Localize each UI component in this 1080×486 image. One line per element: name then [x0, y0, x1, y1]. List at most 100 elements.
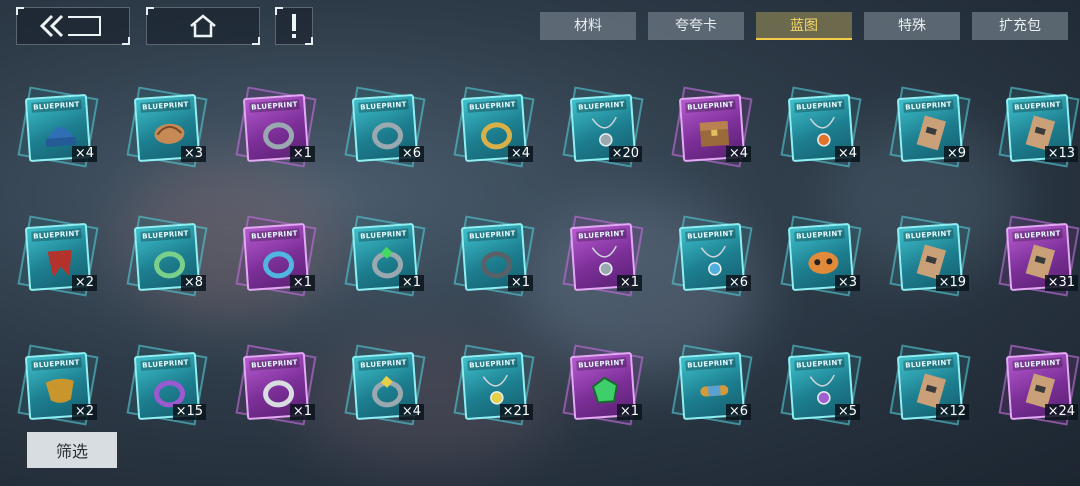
blueprint-label: BLUEPRINT	[358, 357, 409, 371]
blueprint-card[interactable]: BLUEPRINT ×6	[671, 215, 753, 297]
blueprint-card[interactable]: BLUEPRINT ×2	[17, 344, 99, 426]
blueprint-label: BLUEPRINT	[140, 357, 191, 371]
exclamation-icon	[292, 14, 296, 38]
blueprint-label: BLUEPRINT	[358, 228, 409, 242]
blueprint-card[interactable]: BLUEPRINT ×12	[889, 344, 971, 426]
tab-3[interactable]: 特殊	[864, 12, 960, 40]
blueprint-label: BLUEPRINT	[249, 357, 300, 371]
blueprint-label: BLUEPRINT	[1012, 228, 1063, 242]
blueprint-label: BLUEPRINT	[140, 99, 191, 113]
blueprint-label: BLUEPRINT	[903, 357, 954, 371]
tab-0[interactable]: 材料	[540, 12, 636, 40]
blueprint-card[interactable]: BLUEPRINT ×4	[453, 86, 535, 168]
blueprint-card[interactable]: BLUEPRINT ×4	[780, 86, 862, 168]
blueprint-card[interactable]: BLUEPRINT ×19	[889, 215, 971, 297]
blueprint-label: BLUEPRINT	[685, 228, 736, 242]
blueprint-card[interactable]: BLUEPRINT ×4	[344, 344, 426, 426]
blueprint-card[interactable]: BLUEPRINT ×1	[235, 86, 317, 168]
blueprint-label: BLUEPRINT	[31, 357, 82, 371]
blueprint-card[interactable]: BLUEPRINT ×24	[998, 344, 1080, 426]
tab-label: 夸夸卡	[675, 18, 717, 34]
quantity-badge: ×3	[834, 275, 860, 291]
quantity-badge: ×31	[1044, 275, 1078, 291]
quantity-badge: ×19	[935, 275, 969, 291]
blueprint-card[interactable]: BLUEPRINT ×1	[235, 215, 317, 297]
blueprint-card[interactable]: BLUEPRINT ×1	[235, 344, 317, 426]
quantity-badge: ×1	[616, 275, 642, 291]
quantity-badge: ×12	[935, 404, 969, 420]
quantity-badge: ×2	[71, 404, 97, 420]
quantity-badge: ×4	[398, 404, 424, 420]
blueprint-card[interactable]: BLUEPRINT ×31	[998, 215, 1080, 297]
blueprint-label: BLUEPRINT	[576, 228, 627, 242]
blueprint-card[interactable]: BLUEPRINT ×6	[671, 344, 753, 426]
blueprint-label: BLUEPRINT	[685, 99, 736, 113]
quantity-badge: ×3	[180, 146, 206, 162]
tab-label: 材料	[574, 18, 602, 34]
blueprint-label: BLUEPRINT	[31, 228, 82, 242]
blueprint-label: BLUEPRINT	[903, 99, 954, 113]
blueprint-label: BLUEPRINT	[794, 357, 845, 371]
quantity-badge: ×13	[1044, 146, 1078, 162]
quantity-badge: ×24	[1044, 404, 1078, 420]
blueprint-card[interactable]: BLUEPRINT ×4	[671, 86, 753, 168]
blueprint-card[interactable]: BLUEPRINT ×20	[562, 86, 644, 168]
blueprint-card[interactable]: BLUEPRINT ×1	[344, 215, 426, 297]
blueprint-label: BLUEPRINT	[794, 99, 845, 113]
blueprint-card[interactable]: BLUEPRINT ×8	[126, 215, 208, 297]
tab-label: 蓝图	[790, 18, 818, 34]
blueprint-card[interactable]: BLUEPRINT ×6	[344, 86, 426, 168]
home-icon	[190, 14, 216, 38]
tab-2[interactable]: 蓝图	[756, 12, 852, 40]
info-button[interactable]	[275, 7, 313, 45]
tab-label: 扩充包	[999, 18, 1041, 34]
tab-4[interactable]: 扩充包	[972, 12, 1068, 40]
quantity-badge: ×6	[398, 146, 424, 162]
quantity-badge: ×8	[180, 275, 206, 291]
blueprint-card[interactable]: BLUEPRINT ×15	[126, 344, 208, 426]
blueprint-label: BLUEPRINT	[1012, 99, 1063, 113]
filter-button[interactable]: 筛选	[24, 432, 120, 468]
home-button[interactable]	[146, 7, 260, 45]
blueprint-card[interactable]: BLUEPRINT ×9	[889, 86, 971, 168]
quantity-badge: ×1	[289, 404, 315, 420]
blueprint-card[interactable]: BLUEPRINT ×1	[453, 215, 535, 297]
quantity-badge: ×1	[289, 146, 315, 162]
blueprint-grid: BLUEPRINT ×4 BLUEPRINT ×3 BLUEPRINT ×1 BLUEPRI…	[17, 86, 1080, 426]
quantity-badge: ×21	[499, 404, 533, 420]
back-button[interactable]	[16, 7, 130, 45]
quantity-badge: ×1	[289, 275, 315, 291]
quantity-badge: ×1	[507, 275, 533, 291]
quantity-badge: ×4	[507, 146, 533, 162]
blueprint-label: BLUEPRINT	[467, 357, 518, 371]
blueprint-label: BLUEPRINT	[467, 228, 518, 242]
blueprint-card[interactable]: BLUEPRINT ×3	[780, 215, 862, 297]
blueprint-card[interactable]: BLUEPRINT ×1	[562, 344, 644, 426]
quantity-badge: ×1	[616, 404, 642, 420]
blueprint-card[interactable]: BLUEPRINT ×13	[998, 86, 1080, 168]
quantity-badge: ×15	[172, 404, 206, 420]
blueprint-card[interactable]: BLUEPRINT ×5	[780, 344, 862, 426]
quantity-badge: ×5	[834, 404, 860, 420]
blueprint-label: BLUEPRINT	[140, 228, 191, 242]
blueprint-card[interactable]: BLUEPRINT ×2	[17, 215, 99, 297]
blueprint-card[interactable]: BLUEPRINT ×1	[562, 215, 644, 297]
blueprint-label: BLUEPRINT	[249, 99, 300, 113]
blueprint-label: BLUEPRINT	[1012, 357, 1063, 371]
quantity-badge: ×6	[725, 275, 751, 291]
quantity-badge: ×4	[71, 146, 97, 162]
quantity-badge: ×6	[725, 404, 751, 420]
blueprint-label: BLUEPRINT	[685, 357, 736, 371]
blueprint-label: BLUEPRINT	[31, 99, 82, 113]
tab-label: 特殊	[898, 18, 926, 34]
filter-label: 筛选	[55, 442, 88, 461]
blueprint-label: BLUEPRINT	[576, 99, 627, 113]
blueprint-card[interactable]: BLUEPRINT ×4	[17, 86, 99, 168]
blueprint-card[interactable]: BLUEPRINT ×21	[453, 344, 535, 426]
blueprint-card[interactable]: BLUEPRINT ×3	[126, 86, 208, 168]
quantity-badge: ×4	[834, 146, 860, 162]
tab-1[interactable]: 夸夸卡	[648, 12, 744, 40]
quantity-badge: ×9	[943, 146, 969, 162]
blueprint-label: BLUEPRINT	[358, 99, 409, 113]
double-chevron-left-icon	[39, 14, 101, 38]
